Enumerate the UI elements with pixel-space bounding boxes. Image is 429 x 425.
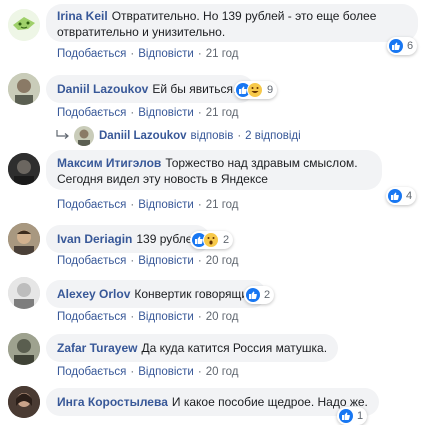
avatar[interactable] [8,277,40,309]
comment-author[interactable]: Alexey Orlov [57,287,130,301]
reply-link[interactable]: Відповісти [138,311,194,323]
comment-text: Ей бы явиться... [152,82,244,96]
reply-count: 2 відповіді [245,130,301,142]
reaction-number: 9 [267,84,274,96]
like-link[interactable]: Подобається [57,366,126,378]
like-icon [246,288,260,302]
like-icon [339,409,353,423]
like-link[interactable]: Подобається [57,311,126,323]
reaction-count[interactable]: 2 [244,286,275,304]
comment-bubble: Максим Итигэлов Торжество над здравым смы… [46,150,382,190]
reaction-number: 1 [357,410,364,422]
avatar [74,126,94,146]
reaction-count[interactable]: 2 [190,231,234,249]
avatar[interactable] [8,73,40,105]
reaction-number: 2 [223,234,230,246]
timestamp[interactable]: 20 год [206,255,239,267]
reply-link[interactable]: Відповісти [138,107,194,119]
avatar[interactable] [8,333,40,365]
reaction-number: 4 [406,190,413,202]
like-link[interactable]: Подобається [57,255,126,267]
avatar[interactable] [8,153,40,185]
comment-author[interactable]: Максим Итигэлов [57,156,161,170]
comment-actions: Подобається · Відповісти · 21 год [57,48,239,60]
comment-actions: Подобається · Відповісти · 20 год [57,255,239,267]
comment-bubble: Daniil Lazoukov Ей бы явиться... [46,75,255,103]
timestamp[interactable]: 20 год [206,366,239,378]
comment-bubble: Инга Коростылева И какое пособие щедрое. … [46,388,379,416]
timestamp[interactable]: 21 год [206,199,239,211]
reply-author: Daniil Lazoukov [99,130,187,142]
comment-actions: Подобається · Відповісти · 20 год [57,366,239,378]
reply-arrow-icon [56,129,70,143]
timestamp[interactable]: 21 год [206,48,239,60]
like-icon [388,189,402,203]
comment-author[interactable]: Daniil Lazoukov [57,82,148,96]
timestamp[interactable]: 21 год [206,107,239,119]
like-link[interactable]: Подобається [57,107,126,119]
comment-text: Конвертик говорящий [134,287,255,301]
comment-text: И какое пособие щедрое. Надо же. [171,395,368,409]
view-replies-link[interactable]: Daniil Lazoukov відповів · 2 відповіді [56,126,301,146]
comment-author[interactable]: Ivan Deriagin [57,232,132,246]
reply-link[interactable]: Відповісти [138,199,194,211]
comment-actions: Подобається · Відповісти · 21 год [57,199,239,211]
like-icon [389,39,403,53]
comment-bubble: Zafar Turayew Да куда катится Россия мату… [46,334,339,362]
reply-link[interactable]: Відповісти [138,366,194,378]
comment-bubble: Alexey Orlov Конвертик говорящий [46,280,266,308]
reply-verb: відповів [190,130,234,142]
reaction-count[interactable]: 9 [234,81,278,99]
timestamp[interactable]: 20 год [206,311,239,323]
reply-link[interactable]: Відповісти [138,48,194,60]
avatar[interactable] [8,223,40,255]
comment-author[interactable]: Инга Коростылева [57,395,168,409]
comment-actions: Подобається · Відповісти · 20 год [57,311,239,323]
comment-actions: Подобається · Відповісти · 21 год [57,107,239,119]
reaction-number: 2 [264,289,271,301]
reaction-count[interactable]: 4 [386,187,417,205]
comment-bubble: Ivan Deriagin 139 рублей [46,225,211,253]
avatar[interactable] [8,9,40,41]
comment-author[interactable]: Irina Keil [57,9,108,23]
like-link[interactable]: Подобається [57,199,126,211]
reaction-number: 6 [407,40,414,52]
avatar[interactable] [8,386,40,418]
reaction-count[interactable]: 1 [337,407,368,425]
wow-emoji-icon [203,232,219,248]
reply-link[interactable]: Відповісти [138,255,194,267]
comment-author[interactable]: Zafar Turayew [57,341,137,355]
haha-emoji-icon [247,82,263,98]
like-link[interactable]: Подобається [57,48,126,60]
comment-text: Да куда катится Россия матушка. [141,341,328,355]
comment-bubble: Irina Keil Отвратительно. Но 139 рублей -… [46,4,418,42]
reaction-count[interactable]: 6 [387,37,418,55]
